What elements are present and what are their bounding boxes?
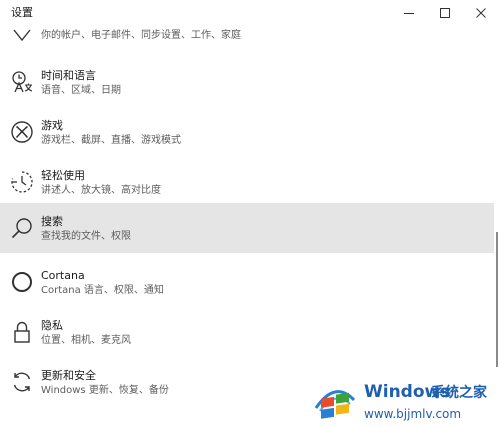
settings-item-time-language[interactable]: 时间和语言 语音、区域、日期 (0, 57, 494, 107)
settings-item-label: 时间和语言 (41, 69, 96, 82)
account-icon (13, 29, 31, 42)
scrollbar[interactable] (494, 26, 500, 427)
settings-item-desc: Windows 更新、恢复、备份 (41, 385, 169, 396)
maximize-icon (440, 8, 450, 18)
minimize-button[interactable] (389, 0, 429, 26)
watermark-subtitle: 系统之家 (431, 385, 487, 401)
settings-item-label: 搜索 (41, 215, 63, 228)
xbox-icon (11, 121, 33, 143)
windows-logo-icon (314, 390, 356, 419)
settings-item-desc: 查找我的文件、权限 (41, 231, 131, 242)
settings-item-cortana[interactable]: Cortana Cortana 语言、权限、通知 (0, 257, 494, 307)
settings-item-desc: Cortana 语言、权限、通知 (41, 285, 164, 296)
cortana-icon (12, 272, 32, 292)
close-icon (476, 8, 486, 18)
settings-category-list: 你的帐户、电子邮件、同步设置、工作、家庭 时间和语言 语音、区域、日期 游戏 游… (0, 26, 500, 427)
settings-item-privacy[interactable]: 隐私 位置、相机、麦克风 (0, 307, 494, 357)
settings-item-gaming[interactable]: 游戏 游戏栏、截屏、直播、游戏模式 (0, 107, 494, 157)
lock-icon (14, 321, 30, 343)
settings-item-ease-of-access[interactable]: 轻松使用 讲述人、放大镜、高对比度 (0, 157, 494, 207)
settings-item-search[interactable]: 搜索 查找我的文件、权限 (0, 203, 494, 253)
settings-item-desc: 你的帐户、电子邮件、同步设置、工作、家庭 (41, 30, 241, 41)
close-button[interactable] (461, 0, 500, 26)
settings-item-accounts[interactable]: 你的帐户、电子邮件、同步设置、工作、家庭 (0, 26, 494, 52)
maximize-button[interactable] (425, 0, 465, 26)
settings-item-desc: 位置、相机、麦克风 (41, 335, 131, 346)
title-bar: 设置 (0, 0, 500, 26)
scrollbar-thumb[interactable] (496, 232, 498, 367)
settings-item-label: 更新和安全 (41, 369, 96, 382)
settings-item-label: 隐私 (41, 319, 63, 332)
settings-item-label: 轻松使用 (41, 169, 85, 182)
settings-item-desc: 讲述人、放大镜、高对比度 (41, 185, 161, 196)
ease-of-access-icon (11, 171, 33, 193)
update-icon (13, 372, 31, 392)
watermark-url: www.bjjmlv.com (364, 407, 462, 421)
settings-window: 设置 你的帐户、电子邮件、同步设置、工作、家庭 时间和语言 语音、区域、日期 游… (0, 0, 500, 427)
settings-item-desc: 语音、区域、日期 (41, 85, 121, 96)
minimize-icon (404, 13, 414, 14)
settings-item-label: Cortana (41, 269, 85, 282)
time-language-icon (12, 71, 33, 93)
watermark: Windows 系统之家 www.bjjmlv.com (306, 374, 500, 427)
settings-item-desc: 游戏栏、截屏、直播、游戏模式 (41, 135, 181, 146)
settings-item-label: 游戏 (41, 119, 63, 132)
search-icon (11, 218, 32, 239)
